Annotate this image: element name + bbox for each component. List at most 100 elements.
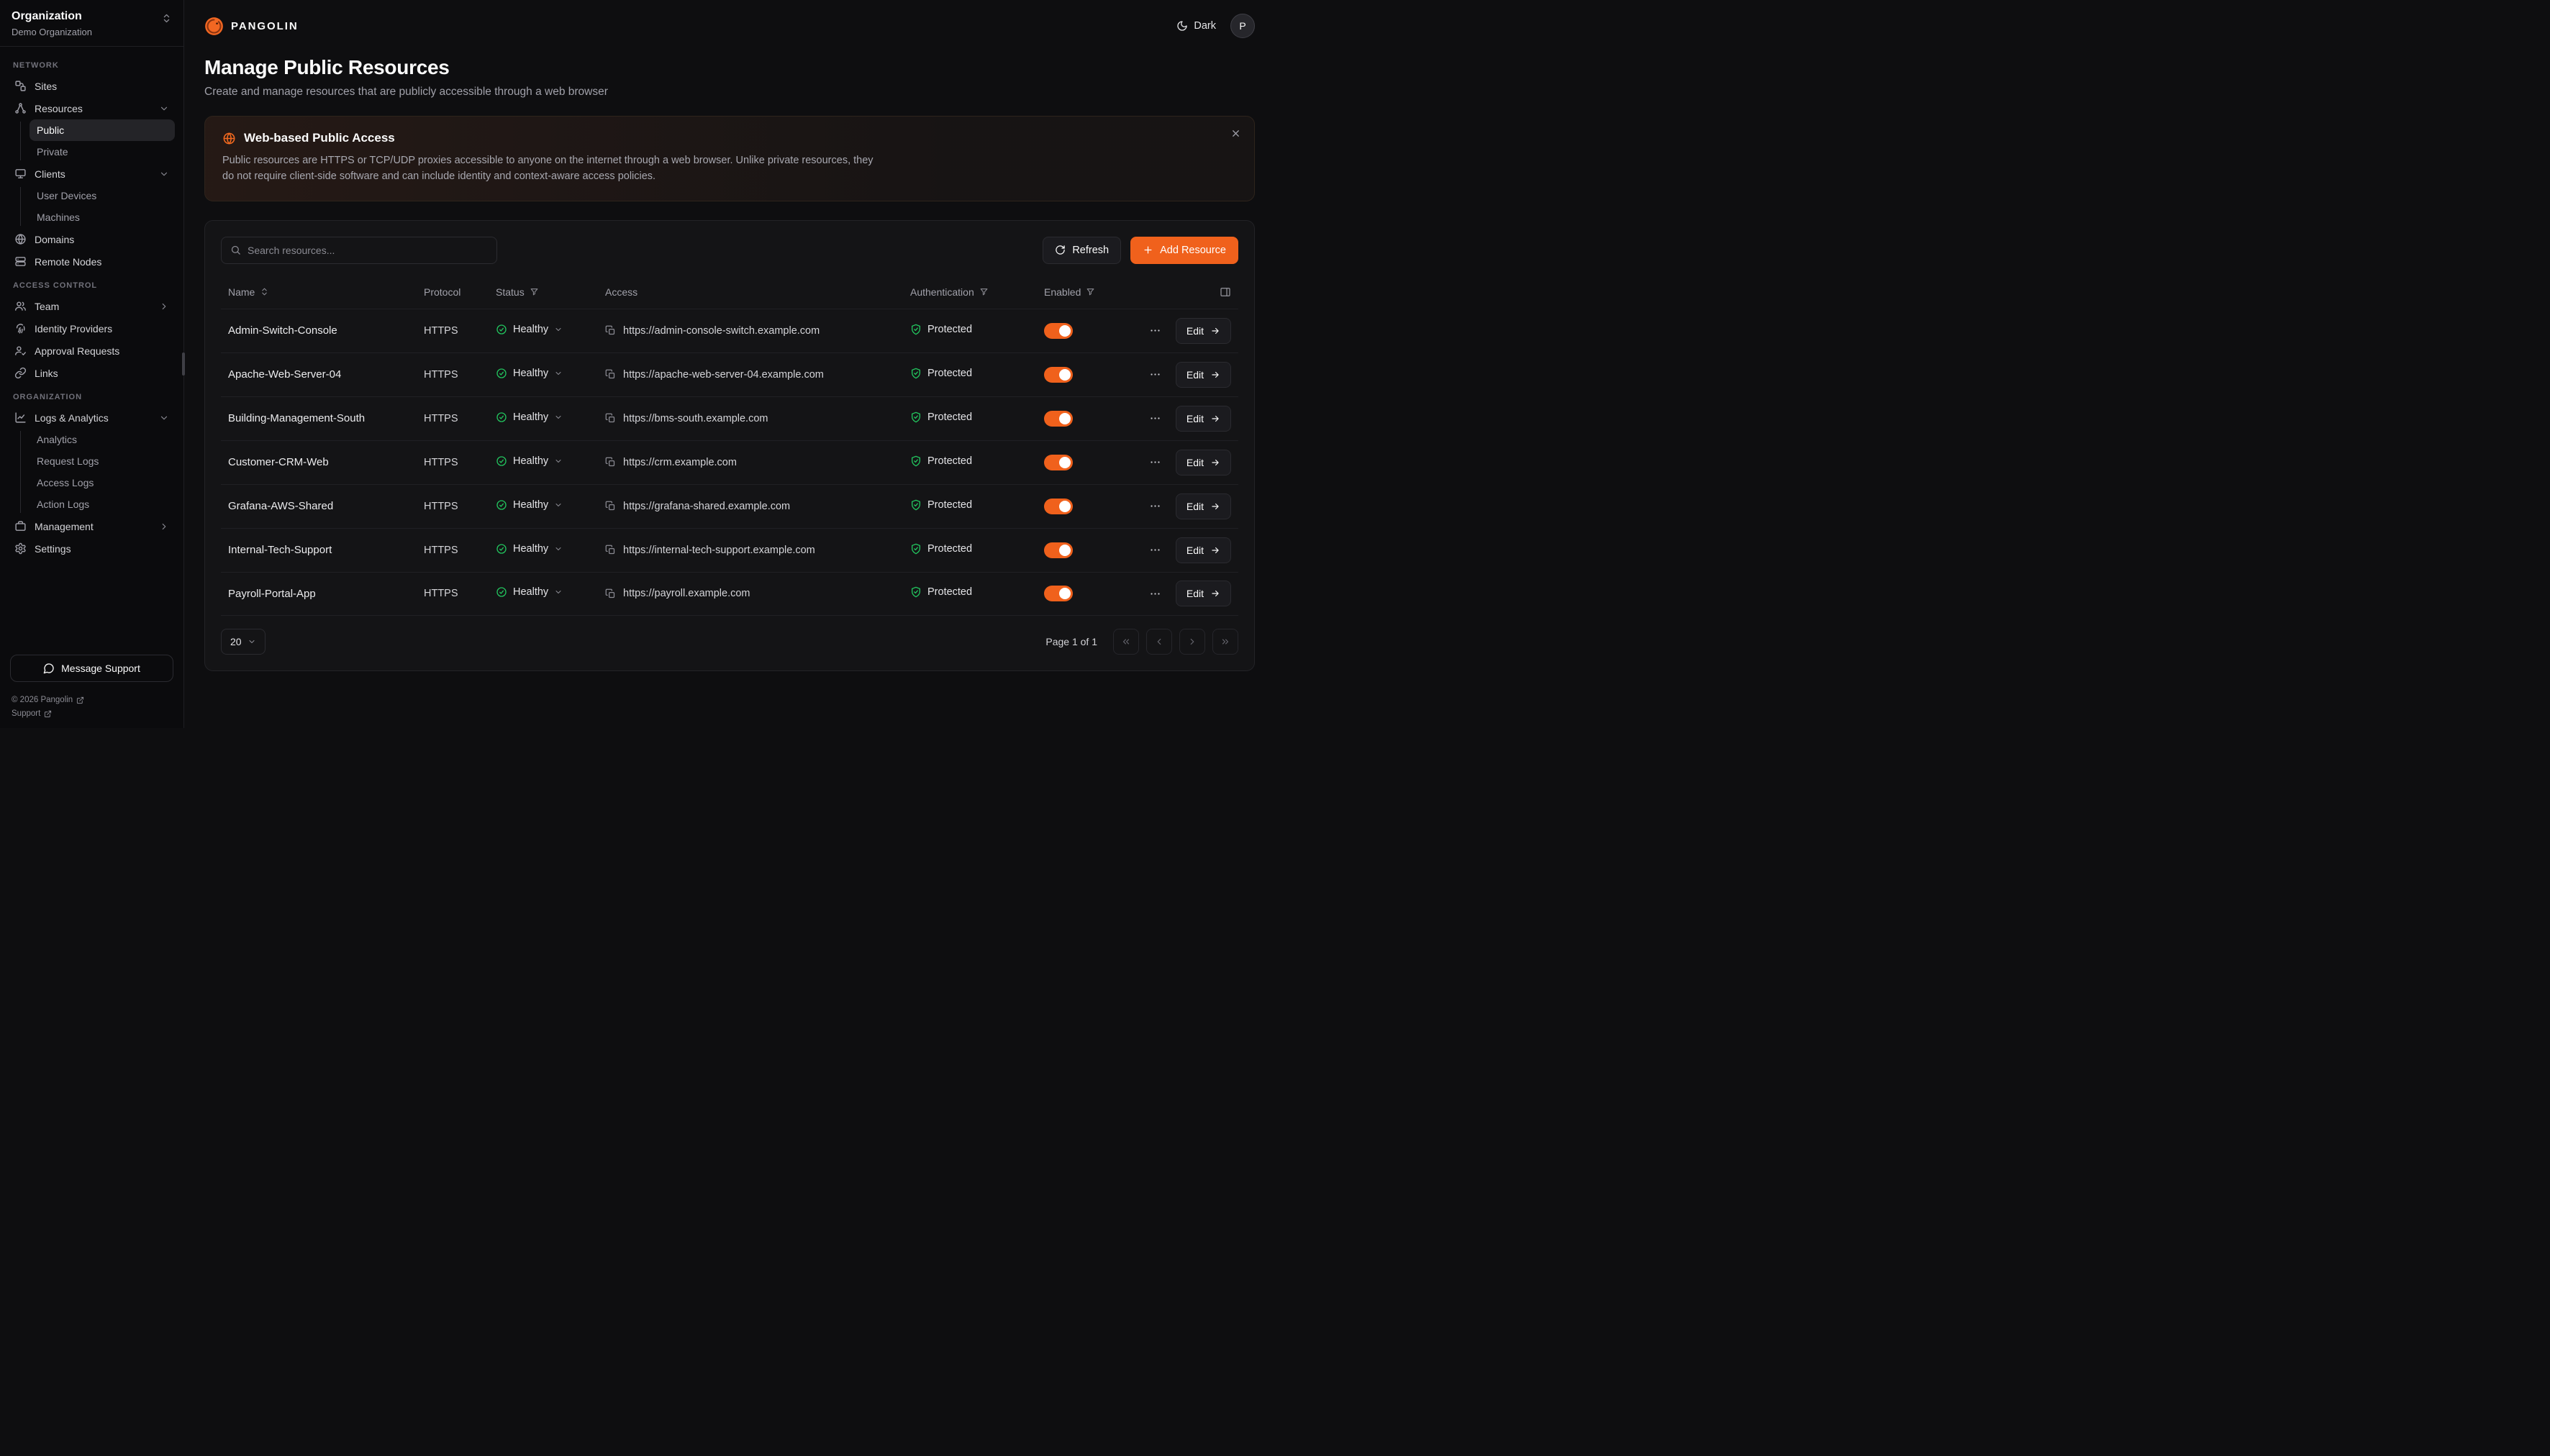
prev-page-button[interactable] [1146, 629, 1172, 655]
status-dropdown[interactable]: Healthy [496, 455, 563, 467]
resource-url[interactable]: https://internal-tech-support.example.co… [623, 545, 815, 556]
org-switcher[interactable]: Organization Demo Organization [0, 0, 183, 47]
copy-icon[interactable] [605, 588, 616, 599]
sidebar-item-links[interactable]: Links [9, 362, 175, 384]
enabled-toggle[interactable] [1044, 586, 1073, 601]
sidebar-item-approval-requests[interactable]: Approval Requests [9, 340, 175, 362]
add-resource-button[interactable]: Add Resource [1130, 237, 1238, 264]
copy-icon[interactable] [605, 369, 616, 380]
row-menu-button[interactable] [1146, 322, 1164, 340]
auth-label: Protected [927, 499, 972, 511]
first-page-button[interactable] [1113, 629, 1139, 655]
column-header-status[interactable]: Status [496, 286, 605, 298]
sidebar-item-access-logs[interactable]: Access Logs [30, 472, 175, 493]
status-dropdown[interactable]: Healthy [496, 586, 563, 598]
copy-icon[interactable] [605, 413, 616, 424]
resource-url[interactable]: https://payroll.example.com [623, 588, 750, 599]
next-page-button[interactable] [1179, 629, 1205, 655]
sidebar-item-resources[interactable]: Resources [9, 97, 175, 119]
sidebar-item-logs-analytics[interactable]: Logs & Analytics [9, 406, 175, 429]
sort-icon[interactable] [260, 287, 269, 296]
enabled-toggle[interactable] [1044, 499, 1073, 514]
copyright-link[interactable]: © 2026 Pangolin [12, 696, 172, 704]
enabled-toggle[interactable] [1044, 455, 1073, 470]
enabled-toggle[interactable] [1044, 323, 1073, 339]
sidebar-item-management[interactable]: Management [9, 515, 175, 537]
support-link[interactable]: Support [12, 709, 172, 718]
sidebar-item-identity-providers[interactable]: Identity Providers [9, 317, 175, 340]
resource-url[interactable]: https://apache-web-server-04.example.com [623, 369, 824, 381]
resource-protocol: HTTPS [424, 545, 496, 556]
user-avatar[interactable]: P [1230, 14, 1255, 38]
resource-url[interactable]: https://bms-south.example.com [623, 413, 768, 424]
sidebar-item-user-devices[interactable]: User Devices [30, 185, 175, 206]
status-dropdown[interactable]: Healthy [496, 411, 563, 423]
sidebar-item-action-logs[interactable]: Action Logs [30, 493, 175, 515]
search-input[interactable] [248, 245, 488, 256]
page-title: Manage Public Resources [204, 56, 1255, 79]
page-size-select[interactable]: 20 [221, 629, 266, 655]
column-header-enabled[interactable]: Enabled [1044, 286, 1125, 298]
sidebar-item-team[interactable]: Team [9, 295, 175, 317]
copy-icon[interactable] [605, 545, 616, 555]
sidebar-item-clients[interactable]: Clients [9, 163, 175, 185]
sidebar-resize-handle[interactable] [182, 352, 185, 376]
edit-button[interactable]: Edit [1176, 450, 1231, 476]
filter-icon[interactable] [1086, 287, 1095, 296]
status-dropdown[interactable]: Healthy [496, 368, 563, 379]
sidebar-item-machines[interactable]: Machines [30, 206, 175, 228]
sidebar-item-request-logs[interactable]: Request Logs [30, 450, 175, 472]
sidebar-item-analytics[interactable]: Analytics [30, 429, 175, 450]
column-header-authentication[interactable]: Authentication [910, 286, 1044, 298]
row-menu-button[interactable] [1146, 409, 1164, 427]
sidebar-item-remote-nodes[interactable]: Remote Nodes [9, 250, 175, 273]
enabled-toggle[interactable] [1044, 411, 1073, 427]
row-menu-button[interactable] [1146, 585, 1164, 603]
brand[interactable]: PANGOLIN [204, 17, 299, 36]
auth-label: Protected [927, 586, 972, 598]
resource-url[interactable]: https://admin-console-switch.example.com [623, 325, 820, 337]
sidebar-item-public[interactable]: Public [30, 119, 175, 141]
auth-label: Protected [927, 324, 972, 335]
topbar: PANGOLIN Dark P [184, 0, 1275, 52]
row-menu-button[interactable] [1146, 453, 1164, 471]
sidebar-item-private[interactable]: Private [30, 141, 175, 163]
status-dropdown[interactable]: Healthy [496, 324, 563, 335]
resource-url[interactable]: https://crm.example.com [623, 457, 737, 468]
chevron-down-icon [159, 169, 169, 179]
enabled-toggle[interactable] [1044, 542, 1073, 558]
sidebar-item-sites[interactable]: Sites [9, 75, 175, 97]
edit-button[interactable]: Edit [1176, 493, 1231, 519]
sidebar-item-label: Remote Nodes [35, 256, 101, 268]
banner-close-button[interactable] [1230, 128, 1241, 139]
column-header-name[interactable]: Name [228, 286, 424, 298]
edit-button[interactable]: Edit [1176, 362, 1231, 388]
copy-icon[interactable] [605, 501, 616, 511]
row-menu-button[interactable] [1146, 541, 1164, 559]
filter-icon[interactable] [979, 287, 989, 296]
row-menu-button[interactable] [1146, 497, 1164, 515]
resource-url[interactable]: https://grafana-shared.example.com [623, 501, 790, 512]
column-header-actions [1125, 286, 1231, 298]
status-dropdown[interactable]: Healthy [496, 543, 563, 555]
server-icon [14, 255, 27, 268]
copy-icon[interactable] [605, 457, 616, 468]
edit-button[interactable]: Edit [1176, 537, 1231, 563]
sidebar-item-settings[interactable]: Settings [9, 537, 175, 560]
row-menu-button[interactable] [1146, 365, 1164, 383]
last-page-button[interactable] [1212, 629, 1238, 655]
edit-button[interactable]: Edit [1176, 318, 1231, 344]
edit-button[interactable]: Edit [1176, 581, 1231, 606]
filter-icon[interactable] [530, 287, 539, 296]
enabled-toggle[interactable] [1044, 367, 1073, 383]
message-support-button[interactable]: Message Support [10, 655, 173, 682]
status-label: Healthy [513, 455, 548, 467]
columns-visibility-icon[interactable] [1220, 286, 1231, 298]
sidebar-item-domains[interactable]: Domains [9, 228, 175, 250]
copy-icon[interactable] [605, 325, 616, 336]
refresh-button[interactable]: Refresh [1043, 237, 1121, 264]
status-dropdown[interactable]: Healthy [496, 499, 563, 511]
theme-toggle-button[interactable]: Dark [1176, 20, 1216, 32]
edit-button[interactable]: Edit [1176, 406, 1231, 432]
arrow-right-icon [1210, 370, 1220, 380]
